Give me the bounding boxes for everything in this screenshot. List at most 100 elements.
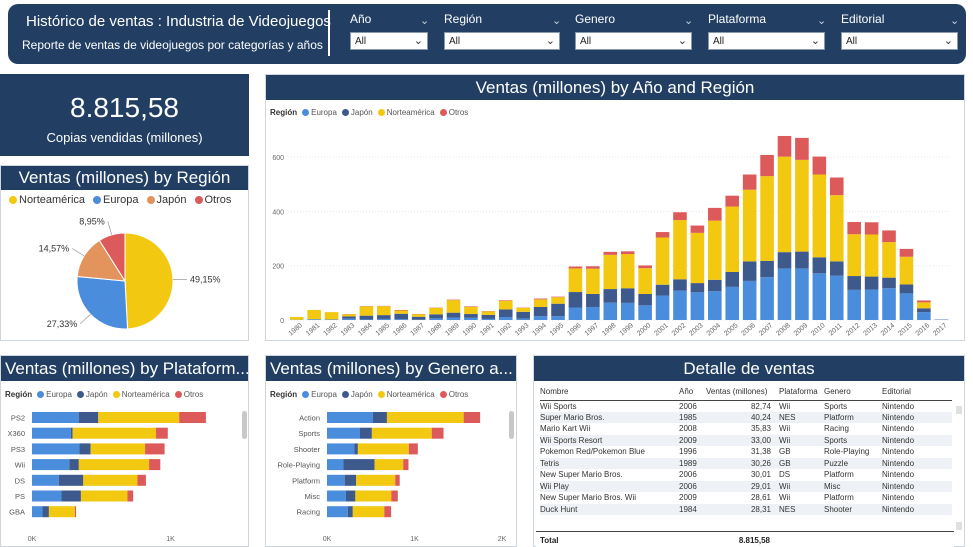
bar-segment-europa [377, 318, 391, 320]
bar-segment-europa [829, 275, 844, 320]
table-row[interactable]: Tetris 1989 30,26 GB Puzzle Nintendo [540, 457, 952, 469]
y-category-label: Misc [305, 492, 321, 501]
total-label: Total [540, 536, 559, 545]
platform-bar-chart[interactable]: PS2 X360 PS3 Wii DS PS GBA 0K 1K [1, 402, 248, 547]
bar-segment-otros [391, 490, 398, 502]
legend-item: Otros [439, 390, 468, 399]
bar-segment-otros [463, 412, 481, 423]
bar-segment-otros [446, 299, 461, 301]
bar-segment-japón [78, 412, 99, 423]
bar-segment-japón [343, 459, 375, 471]
bar-segment-europa [32, 412, 79, 423]
scrollbar[interactable] [509, 411, 514, 439]
table-scrollbar[interactable] [956, 402, 962, 532]
pie-slice-europa [76, 275, 129, 330]
slicer-platform[interactable]: Plataforma ⌄ All ⌄ [708, 12, 827, 50]
slicer-year-dropdown[interactable]: All ⌄ [350, 32, 428, 50]
bar-segment-otros [795, 137, 809, 160]
column-header-year[interactable]: Año [679, 383, 706, 401]
slicer-genre[interactable]: Genero ⌄ All ⌄ [575, 12, 693, 50]
y-category-label: GBA [9, 508, 25, 517]
table-cell: Nintendo [882, 470, 915, 480]
table-cell: 2009 [679, 434, 706, 446]
y-category-label: Racing [297, 508, 320, 517]
bar-segment-norteamérica [620, 254, 635, 289]
year-bar-chart[interactable]: 02004006001980 1981 1982 1983 1984 1985 1986 19… [266, 120, 964, 340]
kpi-label: Copias vendidas (millones) [46, 130, 203, 145]
bar-segment-norteamérica [673, 220, 687, 280]
bar-segment-europa [847, 289, 861, 320]
bar-segment-norteamérica [708, 220, 722, 280]
pie-panel: Ventas (millones) by Región Norteamérica… [0, 165, 249, 341]
bar-segment-norteamérica [864, 234, 879, 277]
bar-segment-japón [377, 315, 391, 319]
genre-bar-chart[interactable]: Action Sports Shooter Role-Playing Platform M… [266, 402, 516, 547]
bar-segment-otros [760, 154, 774, 177]
bar-segment-europa [655, 295, 670, 320]
y-tick-label: 400 [272, 209, 284, 216]
table-cell: 1984 [679, 503, 706, 515]
column-header-name[interactable]: Nombre [540, 383, 679, 401]
table-cell: 2008 [679, 424, 697, 434]
x-tick-label: 2012 [845, 322, 862, 337]
column-header-publisher[interactable]: Editorial [882, 383, 952, 401]
table-row[interactable]: Pokemon Red/Pokemon Blue 1996 31,38 GB Role-… [540, 446, 952, 458]
year-chart-legend: Región Europa Japón Norteamérica Otros [270, 108, 468, 117]
bar-segment-europa [32, 443, 80, 455]
table-row[interactable]: Wii Sports Resort 2009 33,00 Wii Sports Ninte… [540, 434, 952, 446]
scrollbar-thumb[interactable] [956, 522, 962, 530]
bar-segment-japón [347, 506, 353, 518]
bar-segment-japón [70, 427, 73, 439]
legend-item: Japón [146, 194, 187, 206]
table-cell: 35,83 [750, 424, 771, 434]
y-category-label: Role-Playing [277, 461, 320, 470]
bar-segment-norteamérica [446, 300, 461, 313]
table-cell: Sports [824, 401, 848, 411]
table-cell: Duck Hunt [540, 503, 679, 515]
y-tick-label: 600 [272, 155, 284, 162]
table-cell: 2009 [679, 493, 697, 503]
slicer-region-dropdown[interactable]: All ⌄ [444, 32, 560, 50]
slicer-publisher[interactable]: Editorial ⌄ All ⌄ [841, 12, 959, 50]
table-row[interactable]: Wii Play 2006 29,01 Wii Misc Nintendo [540, 480, 952, 492]
bar-segment-otros [829, 177, 844, 196]
column-header-platform[interactable]: Plataforma [775, 383, 824, 401]
slicer-year[interactable]: Año ⌄ All ⌄ [350, 12, 429, 50]
table-row[interactable]: New Super Mario Bros. 2006 30,01 DS Platform… [540, 469, 952, 481]
bar-segment-europa [327, 459, 344, 471]
slicer-publisher-value: All [846, 36, 858, 47]
chevron-down-icon: ⌄ [817, 15, 827, 27]
table-cell: 28,61 [750, 493, 771, 503]
slicer-publisher-dropdown[interactable]: All ⌄ [841, 32, 958, 50]
table-row[interactable]: Mario Kart Wii 2008 35,83 Wii Racing Nintendo [540, 423, 952, 435]
bar-segment-norteamérica [603, 254, 618, 290]
bar-segment-japón [354, 443, 358, 455]
column-header-genre[interactable]: Genero [824, 383, 882, 401]
pie-chart[interactable]: 49,15% 27,33% 14,57% 8,95% [1, 211, 248, 341]
bar-segment-europa [446, 317, 461, 320]
scrollbar-thumb[interactable] [956, 406, 962, 414]
table-row[interactable]: Duck Hunt 1984 28,31 NES Shooter Nintendo [540, 503, 952, 515]
bar-segment-otros [725, 195, 740, 207]
table-cell: 31,38 [750, 447, 771, 457]
bar-segment-norteamérica [83, 474, 138, 486]
slicer-platform-dropdown[interactable]: All ⌄ [708, 32, 825, 50]
table-cell: 29,01 [706, 480, 775, 492]
column-header-sales[interactable]: Ventas (millones) [706, 383, 775, 401]
bar-segment-otros [568, 266, 583, 269]
bar-segment-europa [32, 506, 43, 518]
bar-segment-norteamérica [371, 427, 432, 439]
table-cell: Wii [775, 434, 824, 446]
bar-segment-otros [655, 232, 670, 238]
table-cell: DS [779, 470, 791, 480]
slicer-genre-dropdown[interactable]: All ⌄ [575, 32, 692, 50]
table-row[interactable]: Wii Sports 2006 82,74 Wii Sports Nintendo [540, 400, 952, 412]
table-cell: Wii Play [540, 480, 679, 492]
x-tick-label: 1993 [514, 322, 531, 337]
table-cell: 1996 [679, 447, 697, 457]
pie-slice-norteamérica [124, 232, 174, 330]
scrollbar[interactable] [242, 411, 247, 439]
slicer-region[interactable]: Región ⌄ All ⌄ [444, 12, 561, 50]
table-row[interactable]: New Super Mario Bros. Wii 2009 28,61 Wii Pla… [540, 492, 952, 504]
table-row[interactable]: Super Mario Bros. 1985 40,24 NES Platform Nin… [540, 411, 952, 423]
